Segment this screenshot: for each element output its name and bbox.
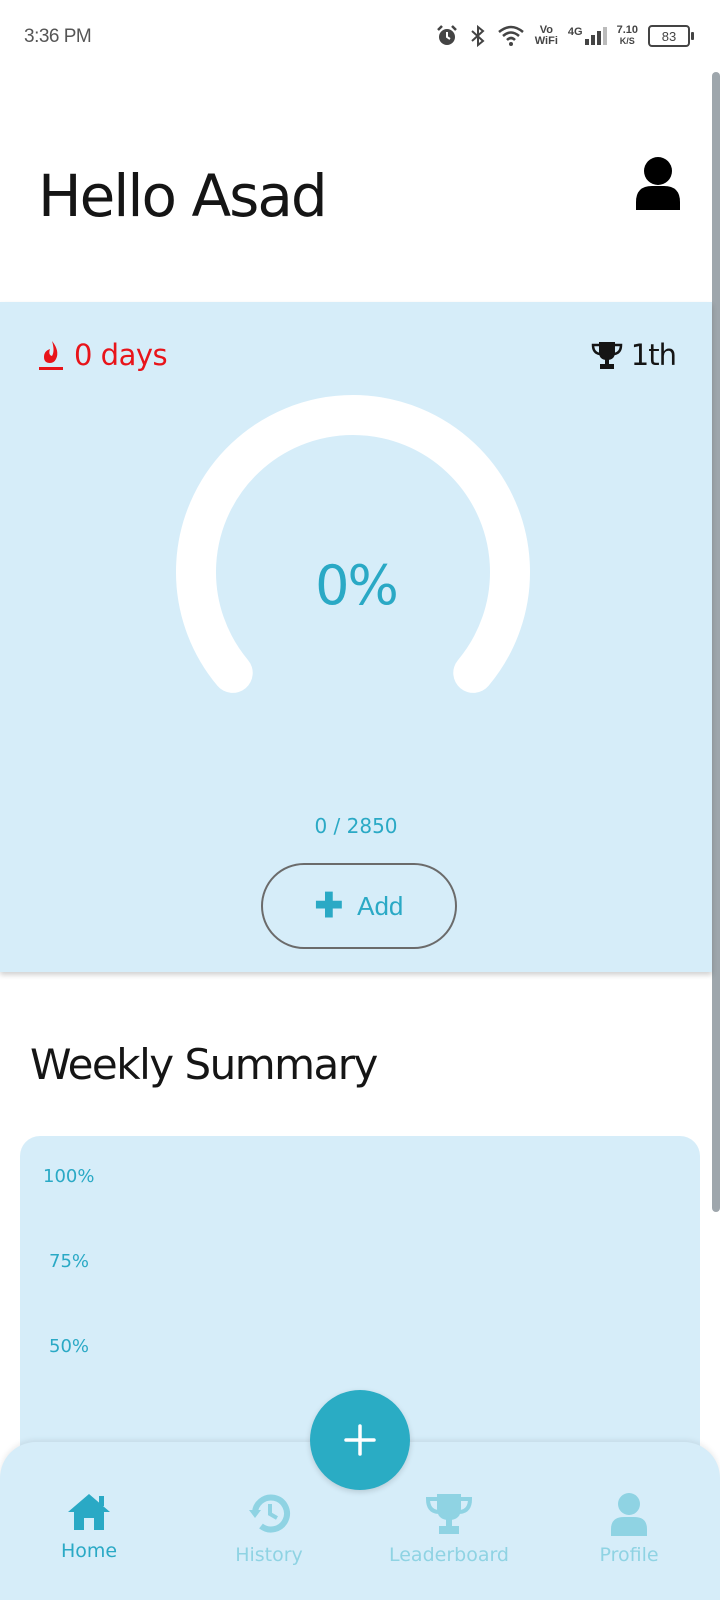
bluetooth-icon: [471, 24, 485, 48]
y-tick-label: 75%: [49, 1251, 90, 1272]
nav-item-profile[interactable]: Profile: [544, 1492, 714, 1566]
cell-signal-icon: 4G: [568, 27, 607, 45]
weekly-summary-title: Weekly Summary: [30, 1040, 378, 1089]
network-speed: 7.10 K/S: [616, 24, 638, 47]
fab-add-button[interactable]: [310, 1390, 410, 1490]
status-icons: Vo WiFi 4G 7.10 K/S 83: [435, 20, 694, 52]
user-icon[interactable]: [634, 156, 682, 210]
history-icon: [249, 1494, 290, 1533]
vowifi-label: Vo WiFi: [534, 24, 558, 47]
nav-label: Leaderboard: [388, 1544, 509, 1566]
trophy-icon: [591, 342, 623, 369]
progress-count: 0 / 2850: [314, 814, 398, 838]
nav-label: History: [235, 1544, 303, 1566]
battery-icon: 83: [648, 25, 694, 47]
y-tick-label: 100%: [43, 1166, 95, 1187]
rank-text: 1th: [630, 338, 677, 372]
flame-icon: [39, 341, 63, 370]
nav-item-leaderboard[interactable]: Leaderboard: [364, 1492, 534, 1566]
plus-icon: ✚: [314, 887, 344, 925]
trophy-icon: [425, 1494, 473, 1534]
status-bar: 3:36 PM Vo WiFi 4G 7.10 K/S 83: [0, 0, 720, 72]
nav-item-history[interactable]: History: [184, 1492, 354, 1566]
daily-progress-panel: 0 days 1th 0% 0 / 2850 ✚ Add: [0, 302, 712, 972]
status-time: 3:36 PM: [24, 26, 92, 47]
plus-icon: [344, 1424, 376, 1456]
nav-label: Home: [60, 1540, 118, 1562]
progress-percent: 0%: [315, 554, 399, 617]
greeting-title: Hello Asad: [38, 162, 328, 230]
scrollbar[interactable]: [712, 72, 720, 1212]
gauge-track: [176, 395, 530, 693]
user-icon: [611, 1493, 647, 1536]
home-icon: [68, 1494, 110, 1530]
wifi-icon: [497, 25, 524, 46]
y-tick-label: 50%: [49, 1336, 90, 1357]
add-button[interactable]: ✚ Add: [261, 863, 457, 949]
nav-item-home[interactable]: Home: [4, 1492, 174, 1562]
nav-label: Profile: [599, 1544, 659, 1566]
alarm-icon: [436, 25, 457, 45]
rank-indicator: 1th: [591, 338, 677, 372]
streak-indicator: 0 days: [38, 338, 168, 372]
add-button-label: Add: [357, 890, 404, 921]
